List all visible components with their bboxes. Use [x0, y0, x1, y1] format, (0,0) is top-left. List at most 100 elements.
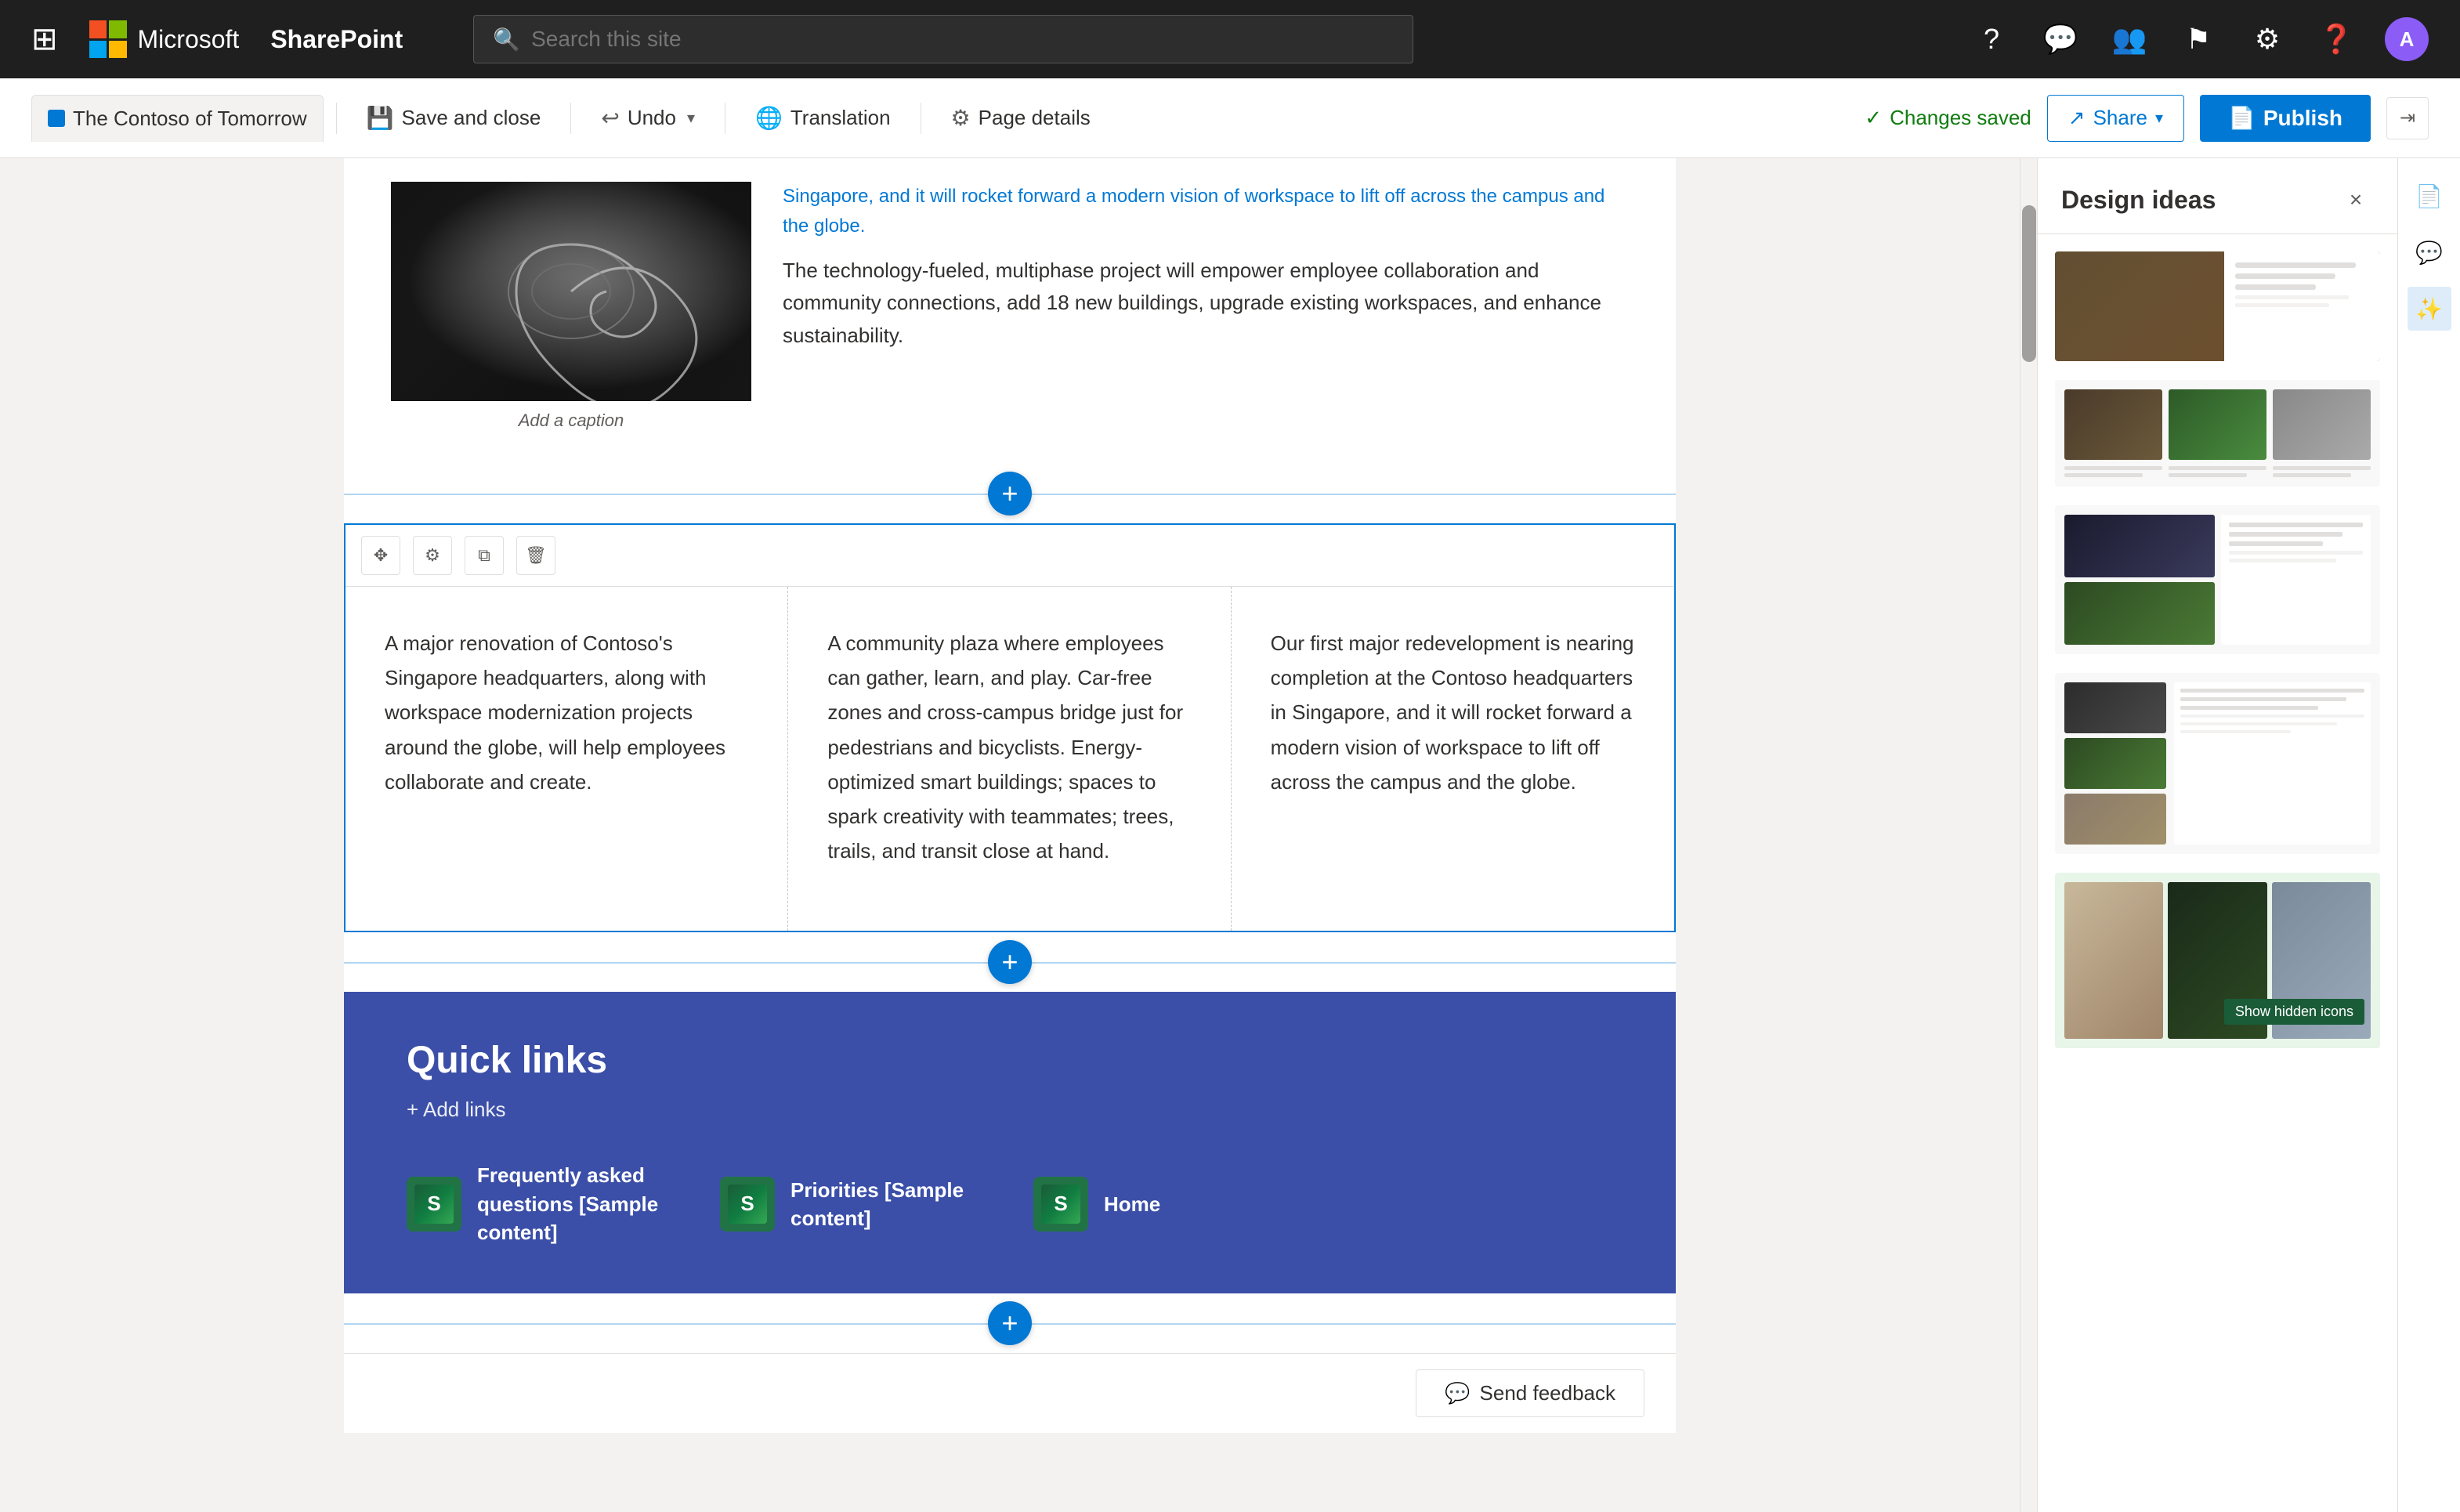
- feedback-label: Send feedback: [1480, 1381, 1615, 1405]
- add-links-button[interactable]: + Add links: [407, 1098, 1613, 1122]
- list-item[interactable]: S Home: [1033, 1161, 1160, 1246]
- site-tab[interactable]: The Contoso of Tomorrow: [31, 95, 324, 142]
- design-idea-card-3[interactable]: [2053, 504, 2382, 656]
- three-col-section: ✥ ⚙ ⧉ 🗑 A major renovation of Contoso's …: [344, 523, 1676, 932]
- section-add-above[interactable]: +: [344, 464, 1676, 523]
- quick-links-section: Quick links + Add links S Frequently ask…: [344, 992, 1676, 1293]
- ms-logo-green: [109, 20, 127, 38]
- add-section-circle-icon-2[interactable]: +: [988, 940, 1032, 984]
- undo-dropdown-icon: ▾: [687, 108, 695, 128]
- ms-label: Microsoft: [138, 25, 240, 54]
- site-dot: [48, 110, 65, 127]
- design-ideas-close-button[interactable]: ×: [2338, 182, 2374, 218]
- design-idea-card-1[interactable]: [2053, 250, 2382, 363]
- publish-label: Publish: [2263, 106, 2342, 131]
- people-icon[interactable]: 👥: [2109, 19, 2150, 60]
- apps-grid-icon[interactable]: ⊞: [31, 21, 58, 57]
- quick-links-title: Quick links: [407, 1039, 1613, 1082]
- col1-text: A major renovation of Contoso's Singapor…: [385, 626, 748, 799]
- sharepoint-file-icon-1: S: [414, 1185, 454, 1224]
- search-bar[interactable]: 🔍: [473, 15, 1413, 63]
- feedback-button[interactable]: 💬 Send feedback: [1416, 1369, 1644, 1417]
- page-details-button[interactable]: ⚙ Page details: [934, 95, 1108, 142]
- ms-logo-grid: [89, 20, 127, 58]
- page-icon[interactable]: 📄: [2408, 174, 2451, 218]
- ms-logo-blue: [89, 41, 107, 59]
- site-tab-label: The Contoso of Tomorrow: [73, 107, 307, 131]
- image-caption: Add a caption: [391, 401, 751, 440]
- list-item[interactable]: S Frequently asked questions [Sample con…: [407, 1161, 681, 1246]
- list-item[interactable]: S Priorities [Sample content]: [720, 1161, 994, 1246]
- feedback-bar: 💬 Send feedback: [344, 1353, 1676, 1433]
- comment-icon[interactable]: 💬: [2408, 230, 2451, 274]
- page-details-icon: ⚙: [951, 105, 971, 131]
- duplicate-icon[interactable]: ⧉: [465, 536, 504, 575]
- toolbar-right: ✓ Changes saved ↗ Share ▾ 📄 Publish ⇥: [1865, 95, 2429, 142]
- spiral-image: [391, 182, 751, 401]
- section-add-below[interactable]: +: [344, 932, 1676, 992]
- col-item-3: Our first major redevelopment is nearing…: [1232, 587, 1674, 931]
- changes-saved: ✓ Changes saved: [1865, 106, 2031, 130]
- design-ideas-icon[interactable]: ✨: [2408, 287, 2451, 331]
- help-icon[interactable]: ?: [1971, 19, 2012, 60]
- scrollbar-thumb[interactable]: [2022, 205, 2036, 362]
- page-details-label: Page details: [979, 106, 1091, 130]
- flag-icon[interactable]: ⚑: [2178, 19, 2219, 60]
- collapse-button[interactable]: ⇥: [2386, 97, 2429, 139]
- translation-label: Translation: [790, 106, 891, 130]
- main-layout: Add a caption Singapore, and it will roc…: [0, 158, 2460, 1512]
- content-area: Add a caption Singapore, and it will roc…: [344, 158, 1676, 1433]
- design-idea-card-5[interactable]: Show hidden icons: [2053, 871, 2382, 1050]
- sharepoint-file-icon-3: S: [1041, 1185, 1080, 1224]
- quick-links-list: S Frequently asked questions [Sample con…: [407, 1161, 1613, 1246]
- chat-icon[interactable]: 💬: [2040, 19, 2081, 60]
- share-button[interactable]: ↗ Share ▾: [2047, 95, 2184, 142]
- search-input[interactable]: [531, 27, 1394, 52]
- ql-link-label-3: Home: [1104, 1190, 1160, 1218]
- design-ideas-scrollable[interactable]: Show hidden icons: [2038, 234, 2397, 1512]
- image-block: Add a caption: [391, 182, 751, 440]
- move-icon[interactable]: ✥: [361, 536, 400, 575]
- checkmark-icon: ✓: [1865, 106, 1882, 130]
- section-add-bottom[interactable]: +: [344, 1293, 1676, 1353]
- page-content[interactable]: Add a caption Singapore, and it will roc…: [0, 158, 2020, 1512]
- publish-icon: 📄: [2228, 105, 2256, 131]
- share-label: Share: [2093, 106, 2147, 130]
- col2-text: A community plaza where employees can ga…: [827, 626, 1191, 868]
- save-close-icon: 💾: [367, 105, 394, 131]
- design-idea-card-4[interactable]: [2053, 671, 2382, 855]
- ql-link-icon-3: S: [1033, 1177, 1088, 1232]
- undo-label: Undo: [628, 106, 676, 130]
- toolbar-left: The Contoso of Tomorrow 💾 Save and close…: [31, 95, 1865, 142]
- settings-col-icon[interactable]: ⚙: [413, 536, 452, 575]
- text-block: Singapore, and it will rocket forward a …: [783, 182, 1629, 374]
- scrollbar-track[interactable]: [2020, 158, 2037, 1512]
- ql-link-label-1: Frequently asked questions [Sample conte…: [477, 1161, 681, 1246]
- add-section-circle-icon-3[interactable]: +: [988, 1301, 1032, 1345]
- translation-button[interactable]: 🌐 Translation: [738, 95, 908, 142]
- publish-button[interactable]: 📄 Publish: [2200, 95, 2371, 142]
- delete-icon[interactable]: 🗑: [516, 536, 555, 575]
- undo-icon: ↩: [601, 105, 619, 131]
- undo-button[interactable]: ↩ Undo ▾: [584, 95, 712, 142]
- settings-icon[interactable]: ⚙: [2247, 19, 2288, 60]
- add-section-circle-icon[interactable]: +: [988, 472, 1032, 515]
- design-idea-card-2[interactable]: [2053, 378, 2382, 488]
- save-close-label: Save and close: [402, 106, 541, 130]
- top-navigation: ⊞ Microsoft SharePoint 🔍 ? 💬 👥 ⚑ ⚙ ❓ A: [0, 0, 2460, 78]
- share-icon: ↗: [2068, 106, 2086, 130]
- share-dropdown-icon: ▾: [2155, 108, 2163, 128]
- question-icon[interactable]: ❓: [2316, 19, 2357, 60]
- avatar[interactable]: A: [2385, 17, 2429, 61]
- save-close-button[interactable]: 💾 Save and close: [349, 95, 559, 142]
- toolbar-divider-2: [570, 103, 571, 134]
- ms-logo-yellow: [109, 41, 127, 59]
- design-ideas-title: Design ideas: [2061, 186, 2216, 215]
- side-panel-icons: 📄 💬 ✨: [2397, 158, 2460, 1512]
- image-text-section: Add a caption Singapore, and it will roc…: [344, 158, 1676, 464]
- sharepoint-label: SharePoint: [270, 25, 403, 54]
- ql-link-icon-1: S: [407, 1177, 461, 1232]
- collapse-icon: ⇥: [2400, 107, 2415, 129]
- col3-text: Our first major redevelopment is nearing…: [1271, 626, 1635, 799]
- ql-link-icon-2: S: [720, 1177, 775, 1232]
